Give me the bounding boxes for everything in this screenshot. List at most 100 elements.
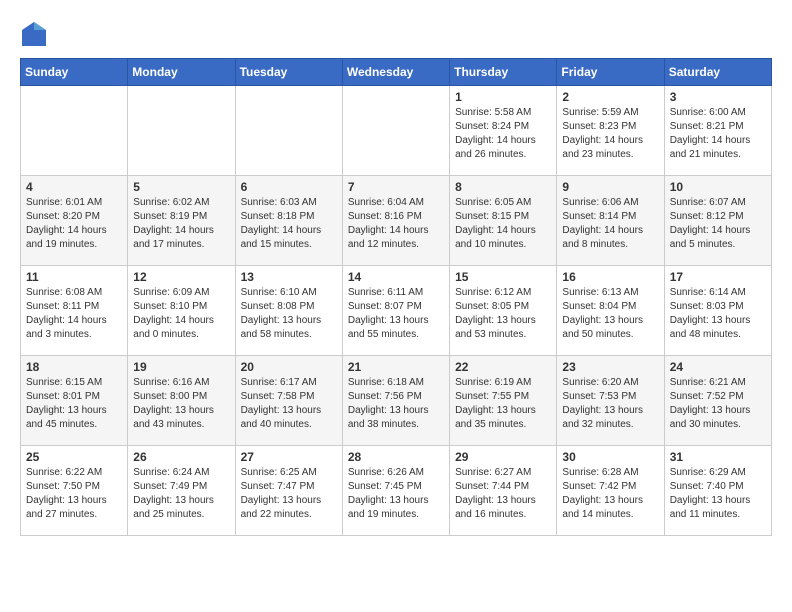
calendar-cell: 31 Sunrise: 6:29 AM Sunset: 7:40 PM Dayli… — [664, 446, 771, 536]
day-info: Sunrise: 6:17 AM Sunset: 7:58 PM Dayligh… — [241, 376, 337, 432]
day-number: 2 — [562, 90, 658, 104]
calendar-cell: 5 Sunrise: 6:02 AM Sunset: 8:19 PM Daylig… — [128, 176, 235, 266]
day-info: Sunrise: 6:20 AM Sunset: 7:53 PM Dayligh… — [562, 376, 658, 432]
calendar-cell: 29 Sunrise: 6:27 AM Sunset: 7:44 PM Dayli… — [450, 446, 557, 536]
day-number: 14 — [348, 270, 444, 284]
day-number: 29 — [455, 450, 551, 464]
day-number: 18 — [26, 360, 122, 374]
calendar-table: SundayMondayTuesdayWednesdayThursdayFrid… — [20, 58, 772, 536]
calendar-cell: 19 Sunrise: 6:16 AM Sunset: 8:00 PM Dayli… — [128, 356, 235, 446]
day-number: 30 — [562, 450, 658, 464]
logo — [20, 20, 52, 48]
calendar-cell: 3Sunrise: 6:00 AM Sunset: 8:21 PM Daylig… — [664, 86, 771, 176]
day-info: Sunrise: 6:29 AM Sunset: 7:40 PM Dayligh… — [670, 466, 766, 522]
calendar-cell — [342, 86, 449, 176]
calendar-cell: 8Sunrise: 6:05 AM Sunset: 8:15 PM Daylig… — [450, 176, 557, 266]
day-info: Sunrise: 6:04 AM Sunset: 8:16 PM Dayligh… — [348, 196, 444, 252]
day-info: Sunrise: 6:10 AM Sunset: 8:08 PM Dayligh… — [241, 286, 337, 342]
day-number: 25 — [26, 450, 122, 464]
day-number: 26 — [133, 450, 229, 464]
day-info: Sunrise: 5:59 AM Sunset: 8:23 PM Dayligh… — [562, 106, 658, 162]
day-number: 4 — [26, 180, 122, 194]
calendar-cell: 28 Sunrise: 6:26 AM Sunset: 7:45 PM Dayli… — [342, 446, 449, 536]
calendar-cell: 21 Sunrise: 6:18 AM Sunset: 7:56 PM Dayli… — [342, 356, 449, 446]
day-header-tuesday: Tuesday — [235, 59, 342, 86]
calendar-cell: 15 Sunrise: 6:12 AM Sunset: 8:05 PM Dayli… — [450, 266, 557, 356]
calendar-week-4: 18 Sunrise: 6:15 AM Sunset: 8:01 PM Dayli… — [21, 356, 772, 446]
calendar-cell: 25 Sunrise: 6:22 AM Sunset: 7:50 PM Dayli… — [21, 446, 128, 536]
day-number: 8 — [455, 180, 551, 194]
day-number: 5 — [133, 180, 229, 194]
calendar-cell: 4 Sunrise: 6:01 AM Sunset: 8:20 PM Daylig… — [21, 176, 128, 266]
calendar-cell: 1 Sunrise: 5:58 AM Sunset: 8:24 PM Daylig… — [450, 86, 557, 176]
day-number: 3 — [670, 90, 766, 104]
day-number: 23 — [562, 360, 658, 374]
day-info: Sunrise: 6:27 AM Sunset: 7:44 PM Dayligh… — [455, 466, 551, 522]
day-info: Sunrise: 6:24 AM Sunset: 7:49 PM Dayligh… — [133, 466, 229, 522]
calendar-cell: 9 Sunrise: 6:06 AM Sunset: 8:14 PM Daylig… — [557, 176, 664, 266]
day-info: Sunrise: 6:16 AM Sunset: 8:00 PM Dayligh… — [133, 376, 229, 432]
calendar-week-2: 4 Sunrise: 6:01 AM Sunset: 8:20 PM Daylig… — [21, 176, 772, 266]
calendar-week-1: 1 Sunrise: 5:58 AM Sunset: 8:24 PM Daylig… — [21, 86, 772, 176]
calendar-cell: 11 Sunrise: 6:08 AM Sunset: 8:11 PM Dayli… — [21, 266, 128, 356]
calendar-cell: 16Sunrise: 6:13 AM Sunset: 8:04 PM Dayli… — [557, 266, 664, 356]
calendar-week-5: 25 Sunrise: 6:22 AM Sunset: 7:50 PM Dayli… — [21, 446, 772, 536]
calendar-cell — [21, 86, 128, 176]
day-number: 19 — [133, 360, 229, 374]
day-info: Sunrise: 6:11 AM Sunset: 8:07 PM Dayligh… — [348, 286, 444, 342]
calendar-cell: 7Sunrise: 6:04 AM Sunset: 8:16 PM Daylig… — [342, 176, 449, 266]
day-info: Sunrise: 6:06 AM Sunset: 8:14 PM Dayligh… — [562, 196, 658, 252]
day-info: Sunrise: 6:18 AM Sunset: 7:56 PM Dayligh… — [348, 376, 444, 432]
calendar-week-3: 11 Sunrise: 6:08 AM Sunset: 8:11 PM Dayli… — [21, 266, 772, 356]
day-info: Sunrise: 6:01 AM Sunset: 8:20 PM Dayligh… — [26, 196, 122, 252]
calendar-cell: 27 Sunrise: 6:25 AM Sunset: 7:47 PM Dayli… — [235, 446, 342, 536]
day-number: 10 — [670, 180, 766, 194]
day-number: 22 — [455, 360, 551, 374]
calendar-cell: 14 Sunrise: 6:11 AM Sunset: 8:07 PM Dayli… — [342, 266, 449, 356]
calendar-cell: 20 Sunrise: 6:17 AM Sunset: 7:58 PM Dayli… — [235, 356, 342, 446]
day-info: Sunrise: 6:09 AM Sunset: 8:10 PM Dayligh… — [133, 286, 229, 342]
day-info: Sunrise: 6:15 AM Sunset: 8:01 PM Dayligh… — [26, 376, 122, 432]
day-number: 28 — [348, 450, 444, 464]
day-header-wednesday: Wednesday — [342, 59, 449, 86]
day-header-sunday: Sunday — [21, 59, 128, 86]
day-info: Sunrise: 6:02 AM Sunset: 8:19 PM Dayligh… — [133, 196, 229, 252]
calendar-cell: 6Sunrise: 6:03 AM Sunset: 8:18 PM Daylig… — [235, 176, 342, 266]
calendar-cell: 10Sunrise: 6:07 AM Sunset: 8:12 PM Dayli… — [664, 176, 771, 266]
day-header-saturday: Saturday — [664, 59, 771, 86]
day-number: 27 — [241, 450, 337, 464]
day-info: Sunrise: 6:28 AM Sunset: 7:42 PM Dayligh… — [562, 466, 658, 522]
calendar-cell — [235, 86, 342, 176]
day-number: 9 — [562, 180, 658, 194]
day-number: 13 — [241, 270, 337, 284]
days-header-row: SundayMondayTuesdayWednesdayThursdayFrid… — [21, 59, 772, 86]
calendar-cell: 18 Sunrise: 6:15 AM Sunset: 8:01 PM Dayli… — [21, 356, 128, 446]
day-number: 15 — [455, 270, 551, 284]
day-info: Sunrise: 5:58 AM Sunset: 8:24 PM Dayligh… — [455, 106, 551, 162]
day-number: 1 — [455, 90, 551, 104]
calendar-cell: 2 Sunrise: 5:59 AM Sunset: 8:23 PM Daylig… — [557, 86, 664, 176]
logo-icon — [20, 20, 48, 48]
page-header — [20, 20, 772, 48]
day-info: Sunrise: 6:19 AM Sunset: 7:55 PM Dayligh… — [455, 376, 551, 432]
day-number: 21 — [348, 360, 444, 374]
day-info: Sunrise: 6:26 AM Sunset: 7:45 PM Dayligh… — [348, 466, 444, 522]
calendar-cell: 13 Sunrise: 6:10 AM Sunset: 8:08 PM Dayli… — [235, 266, 342, 356]
day-info: Sunrise: 6:03 AM Sunset: 8:18 PM Dayligh… — [241, 196, 337, 252]
day-info: Sunrise: 6:22 AM Sunset: 7:50 PM Dayligh… — [26, 466, 122, 522]
day-info: Sunrise: 6:13 AM Sunset: 8:04 PM Dayligh… — [562, 286, 658, 342]
day-info: Sunrise: 6:08 AM Sunset: 8:11 PM Dayligh… — [26, 286, 122, 342]
day-header-friday: Friday — [557, 59, 664, 86]
calendar-cell: 26 Sunrise: 6:24 AM Sunset: 7:49 PM Dayli… — [128, 446, 235, 536]
calendar-cell: 17Sunrise: 6:14 AM Sunset: 8:03 PM Dayli… — [664, 266, 771, 356]
day-number: 17 — [670, 270, 766, 284]
day-info: Sunrise: 6:12 AM Sunset: 8:05 PM Dayligh… — [455, 286, 551, 342]
calendar-cell: 30 Sunrise: 6:28 AM Sunset: 7:42 PM Dayli… — [557, 446, 664, 536]
day-info: Sunrise: 6:25 AM Sunset: 7:47 PM Dayligh… — [241, 466, 337, 522]
calendar-cell: 12Sunrise: 6:09 AM Sunset: 8:10 PM Dayli… — [128, 266, 235, 356]
calendar-cell: 22 Sunrise: 6:19 AM Sunset: 7:55 PM Dayli… — [450, 356, 557, 446]
day-number: 11 — [26, 270, 122, 284]
day-number: 31 — [670, 450, 766, 464]
calendar-cell — [128, 86, 235, 176]
day-number: 20 — [241, 360, 337, 374]
